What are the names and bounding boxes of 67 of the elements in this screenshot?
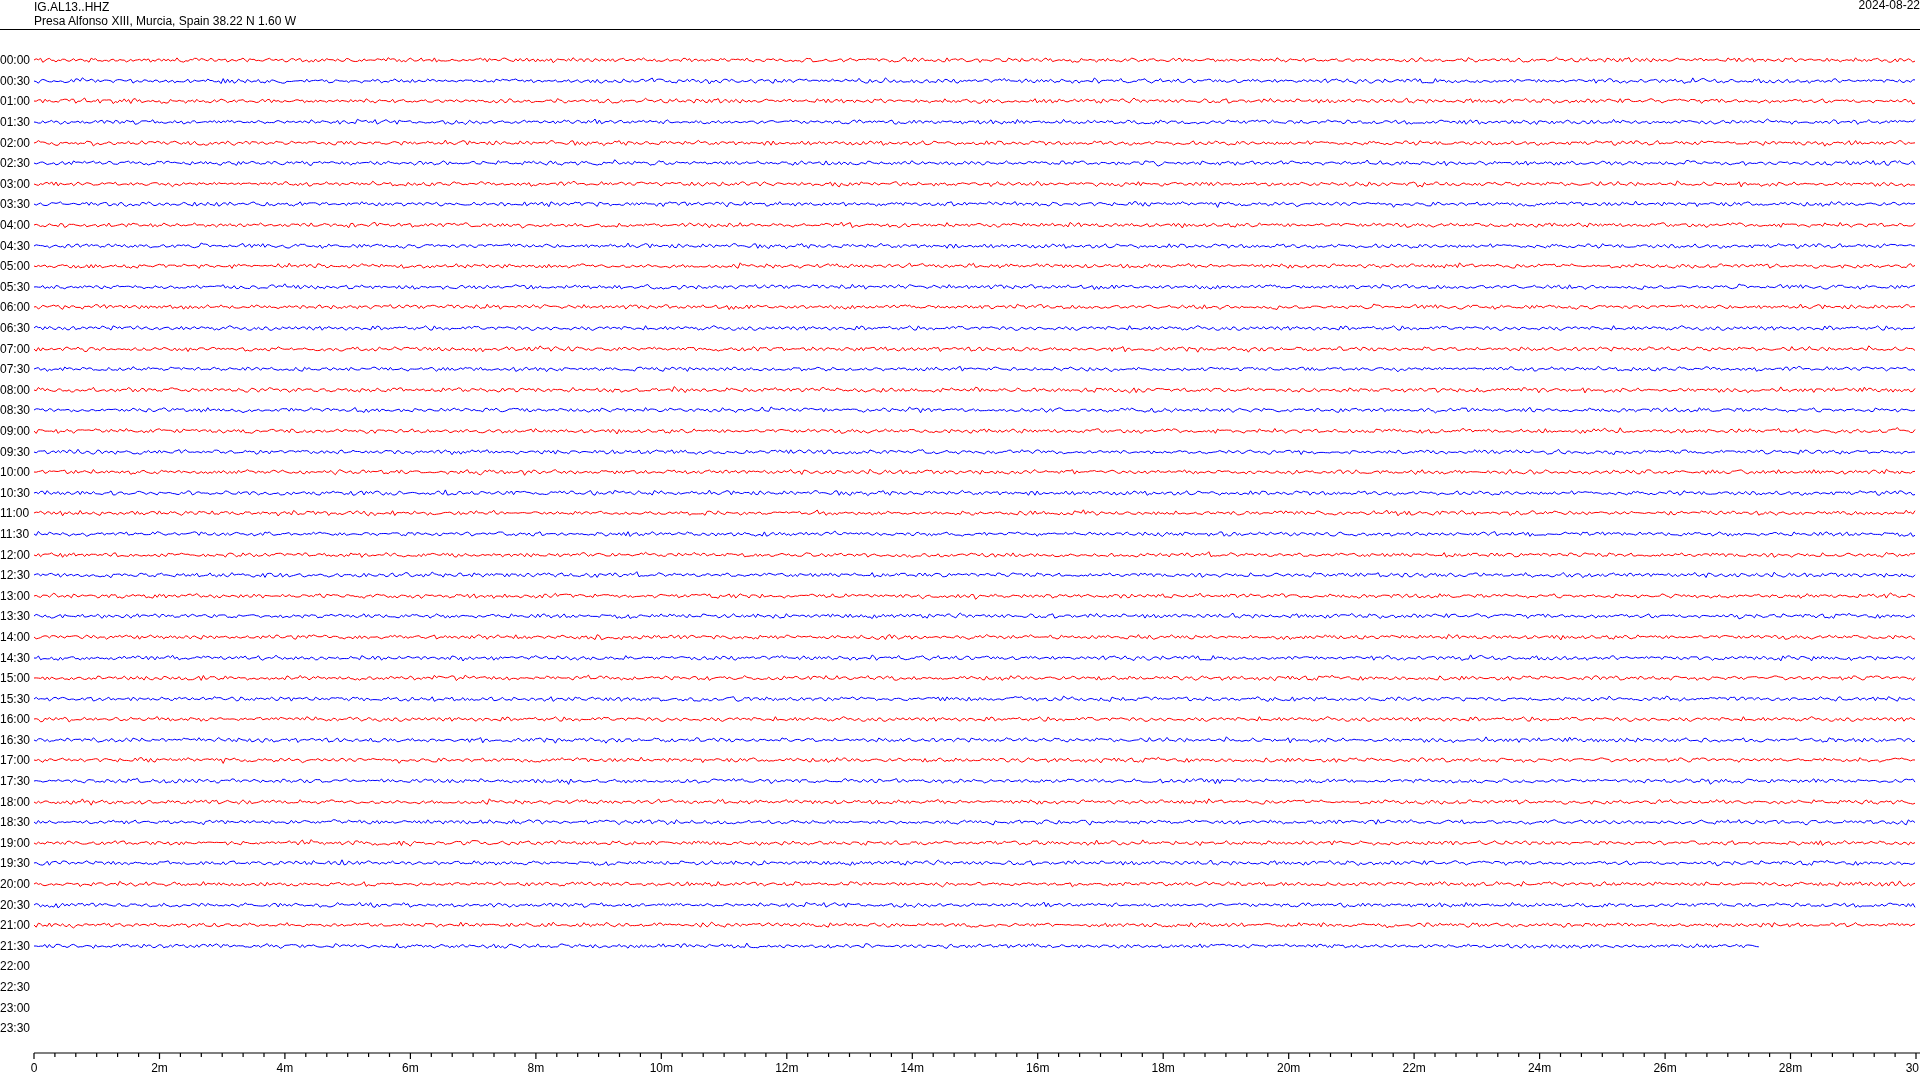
time-label: 07:30	[0, 362, 31, 377]
time-label: 09:00	[0, 424, 31, 438]
axis-label: 14m	[900, 1060, 924, 1075]
time-label: 02:30	[0, 156, 31, 171]
time-label: 01:30	[0, 115, 31, 130]
axis-label: 8m	[527, 1060, 545, 1075]
time-label: 08:30	[0, 403, 31, 418]
time-label: 11:00	[0, 506, 30, 521]
time-label: 15:00	[0, 671, 31, 686]
time-label: 18:30	[0, 815, 31, 830]
time-label: 02:00	[0, 135, 31, 150]
time-label: 23:30	[0, 1021, 31, 1036]
time-label: 10:00	[0, 465, 31, 480]
time-label: 16:00	[0, 712, 31, 727]
time-label: 19:00	[0, 835, 31, 850]
axis-label: 18m	[1151, 1060, 1175, 1075]
axis-label: 2m	[151, 1060, 168, 1075]
axis-label: 30	[1905, 1060, 1919, 1075]
time-label: 08:00	[0, 382, 31, 397]
time-label: 09:30	[0, 444, 31, 459]
time-label: 23:00	[0, 1000, 31, 1015]
time-label: 05:00	[0, 259, 31, 274]
axis-label: 22m	[1402, 1060, 1426, 1075]
axis-label: 16m	[1026, 1060, 1050, 1075]
axis-label: 20m	[1277, 1060, 1301, 1075]
time-label: 17:30	[0, 774, 31, 789]
time-label: 06:30	[0, 321, 31, 335]
time-label: 12:00	[0, 547, 31, 562]
time-label: 19:30	[0, 856, 31, 871]
axis-label: 6m	[402, 1060, 419, 1075]
plot-date: 2024-08-22	[1858, 0, 1920, 12]
time-label: 21:30	[0, 938, 31, 953]
time-label: 13:00	[0, 588, 31, 603]
time-label: 00:00	[0, 53, 31, 68]
axis-label: 12m	[775, 1060, 799, 1075]
time-label: 03:00	[0, 176, 31, 191]
time-label: 14:30	[0, 650, 31, 665]
axis-label: 4m	[276, 1060, 294, 1075]
station-location: Presa Alfonso XIII, Murcia, Spain 38.22 N 1.60 W	[34, 14, 297, 28]
time-label: 18:00	[0, 794, 31, 809]
station-code: IG.AL13..HHZ	[34, 0, 110, 14]
time-label: 07:00	[0, 341, 31, 356]
time-label: 15:30	[0, 691, 31, 706]
time-label: 16:30	[0, 732, 31, 747]
time-label: 13:30	[0, 609, 31, 624]
axis-label: 28m	[1778, 1060, 1803, 1075]
time-label: 11:30	[0, 526, 30, 541]
axis-label: 24m	[1527, 1060, 1552, 1075]
time-label: 05:30	[0, 279, 31, 294]
time-label: 20:00	[0, 877, 31, 892]
time-label: 20:30	[0, 897, 31, 912]
time-label: 00:30	[0, 73, 31, 88]
time-label: 01:00	[0, 94, 31, 109]
axis-label: 26m	[1653, 1060, 1677, 1075]
time-label: 03:30	[0, 197, 31, 212]
time-label: 17:00	[0, 753, 31, 768]
time-label: 06:00	[0, 300, 31, 315]
time-label: 22:30	[0, 980, 31, 994]
time-label: 12:30	[0, 568, 31, 583]
time-label: 10:30	[0, 485, 31, 500]
axis-label: 0	[30, 1060, 38, 1075]
time-label: 14:00	[0, 629, 31, 644]
time-label: 04:00	[0, 218, 31, 233]
time-label: 21:00	[0, 918, 31, 933]
time-label: 22:00	[0, 959, 31, 974]
axis-label: 10m	[649, 1060, 673, 1075]
time-label: 04:30	[0, 238, 31, 253]
